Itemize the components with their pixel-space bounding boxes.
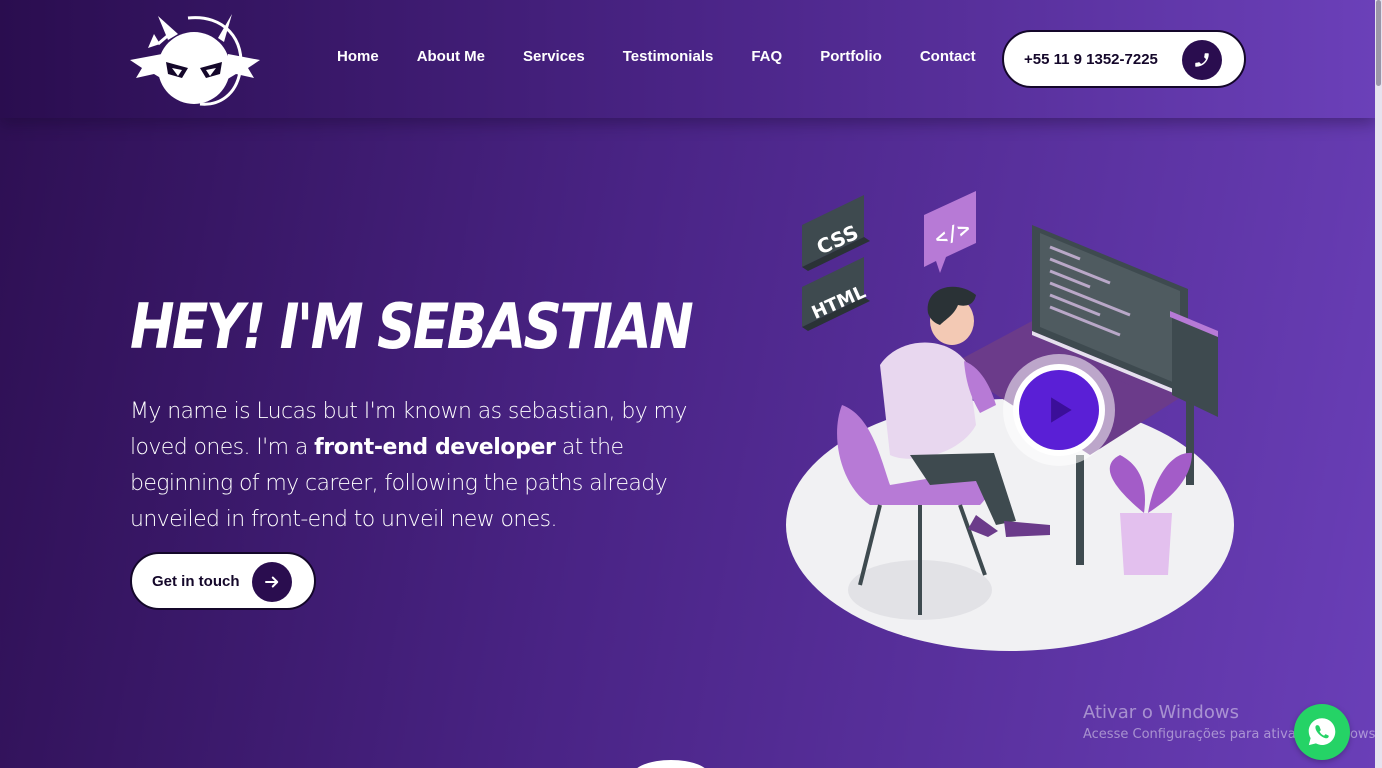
site-header: Home About Me Services Testimonials FAQ … <box>0 0 1375 118</box>
devil-logo-icon[interactable] <box>128 10 262 108</box>
page-scrollbar[interactable] <box>1375 0 1382 768</box>
phone-icon <box>1182 40 1222 80</box>
scrollbar-thumb[interactable] <box>1376 0 1381 86</box>
nav-about-me[interactable]: About Me <box>417 48 485 65</box>
play-video-button[interactable] <box>1003 354 1115 466</box>
whatsapp-icon <box>1308 718 1336 746</box>
nav-faq[interactable]: FAQ <box>751 48 782 65</box>
code-bubble: </> <box>924 191 976 273</box>
play-icon <box>1019 370 1099 450</box>
arrow-right-icon <box>252 562 292 602</box>
nav-home[interactable]: Home <box>337 48 379 65</box>
nav-testimonials[interactable]: Testimonials <box>623 48 714 65</box>
nav-services[interactable]: Services <box>523 48 585 65</box>
intro-highlight: front-end developer <box>314 435 556 460</box>
get-in-touch-label: Get in touch <box>152 572 240 590</box>
hero-intro: My name is Lucas but I'm known as sebast… <box>130 394 690 538</box>
scroll-down-indicator[interactable] <box>633 760 709 768</box>
get-in-touch-button[interactable]: Get in touch <box>130 552 316 610</box>
main-nav: Home About Me Services Testimonials FAQ … <box>337 48 1014 65</box>
play-button-ring <box>1013 364 1105 456</box>
phone-number: +55 11 9 1352-7225 <box>1024 50 1158 68</box>
whatsapp-button[interactable] <box>1294 704 1350 760</box>
nav-portfolio[interactable]: Portfolio <box>820 48 882 65</box>
phone-button[interactable]: +55 11 9 1352-7225 <box>1002 30 1246 88</box>
hero-title: HEY! I'M SEBASTIAN <box>130 290 694 363</box>
nav-contact[interactable]: Contact <box>920 48 976 65</box>
